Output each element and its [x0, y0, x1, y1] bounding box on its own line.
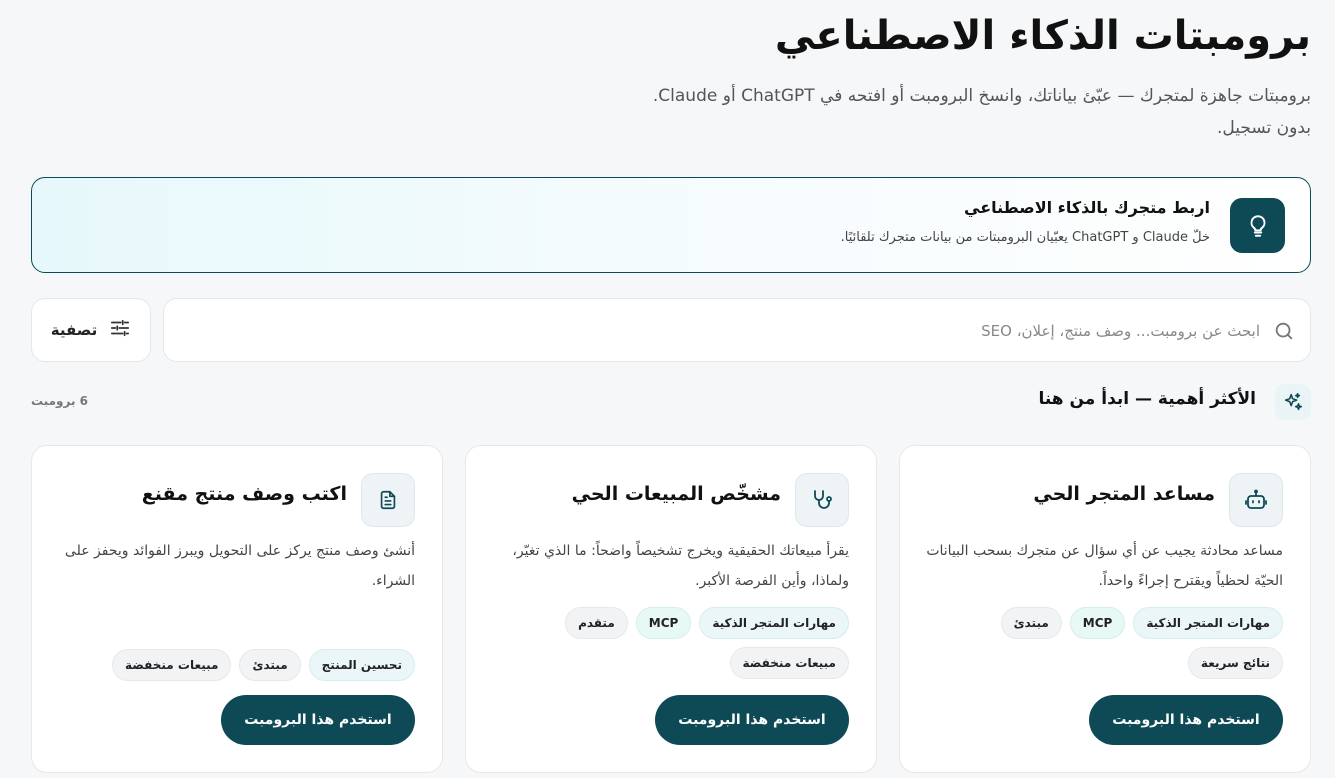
tag[interactable]: مهارات المتجر الذكية — [699, 607, 849, 639]
prompt-card[interactable]: مشخّص المبيعات الحي يقرأ مبيعاتك الحقيقي… — [465, 445, 877, 773]
section-title: الأكثر أهمية — ابدأ من هنا — [1038, 389, 1256, 409]
tag[interactable]: مبتدئ — [239, 649, 301, 681]
page-title: برومبتات الذكاء الاصطناعي — [774, 13, 1311, 59]
search-input[interactable] — [200, 311, 1260, 351]
card-title: اكتب وصف منتج مقنع — [141, 483, 347, 505]
robot-icon — [1229, 473, 1283, 527]
prompt-card[interactable]: مساعد المتجر الحي مساعد محادثة يجيب عن أ… — [899, 445, 1311, 773]
use-prompt-button[interactable]: استخدم هذا البرومبت — [655, 695, 849, 745]
card-description: يقرأ مبيعاتك الحقيقية ويخرج تشخيصاً واضح… — [512, 543, 849, 589]
tag[interactable]: مبيعات منخفضة — [729, 647, 849, 679]
tag[interactable]: MCP — [635, 607, 692, 639]
tag[interactable]: مبتدئ — [1000, 607, 1062, 639]
banner-description: خلّ Claude و ChatGPT يعبّيان البرومبتات … — [840, 230, 1210, 245]
tag[interactable]: مبيعات منخفضة — [112, 649, 232, 681]
prompt-card[interactable]: اكتب وصف منتج مقنع أنشئ وصف منتج يركز عل… — [31, 445, 443, 773]
tag-list: مهارات المتجر الذكية MCP مبتدئ نتائج سري… — [923, 607, 1283, 679]
tag[interactable]: نتائج سريعة — [1187, 647, 1283, 679]
stethoscope-icon — [795, 473, 849, 527]
tag[interactable]: مهارات المتجر الذكية — [1133, 607, 1283, 639]
prompt-cards: مساعد المتجر الحي مساعد محادثة يجيب عن أ… — [31, 445, 1311, 778]
tag-list: مهارات المتجر الذكية MCP متقدم مبيعات من… — [489, 607, 849, 679]
search-box — [163, 298, 1311, 362]
tag[interactable]: MCP — [1069, 607, 1126, 639]
tag[interactable]: متقدم — [565, 607, 628, 639]
document-icon — [361, 473, 415, 527]
sparkles-icon — [1275, 384, 1311, 420]
tag-list: تحسين المنتج مبتدئ مبيعات منخفضة — [55, 649, 415, 681]
lightbulb-icon — [1230, 198, 1285, 253]
card-description: مساعد محادثة يجيب عن أي سؤال عن متجرك بس… — [926, 543, 1283, 589]
card-title: مساعد المتجر الحي — [1033, 483, 1215, 505]
page-subtitle: برومبتات جاهزة لمتجرك — عبّئ بياناتك، وا… — [652, 86, 1311, 138]
sliders-icon — [109, 317, 131, 343]
connect-store-banner[interactable]: اربط متجرك بالذكاء الاصطناعي خلّ Claude … — [31, 177, 1311, 273]
filter-label: تصفية — [50, 321, 98, 339]
search-icon — [1272, 319, 1296, 343]
card-title: مشخّص المبيعات الحي — [571, 483, 781, 505]
banner-title: اربط متجرك بالذكاء الاصطناعي — [964, 198, 1210, 217]
tag[interactable]: تحسين المنتج — [308, 649, 415, 681]
use-prompt-button[interactable]: استخدم هذا البرومبت — [1089, 695, 1283, 745]
prompt-count: 6 برومبت — [31, 394, 88, 408]
filter-button[interactable]: تصفية — [31, 298, 151, 362]
card-description: أنشئ وصف منتج يركز على التحويل ويبرز الف… — [64, 543, 415, 589]
use-prompt-button[interactable]: استخدم هذا البرومبت — [221, 695, 415, 745]
